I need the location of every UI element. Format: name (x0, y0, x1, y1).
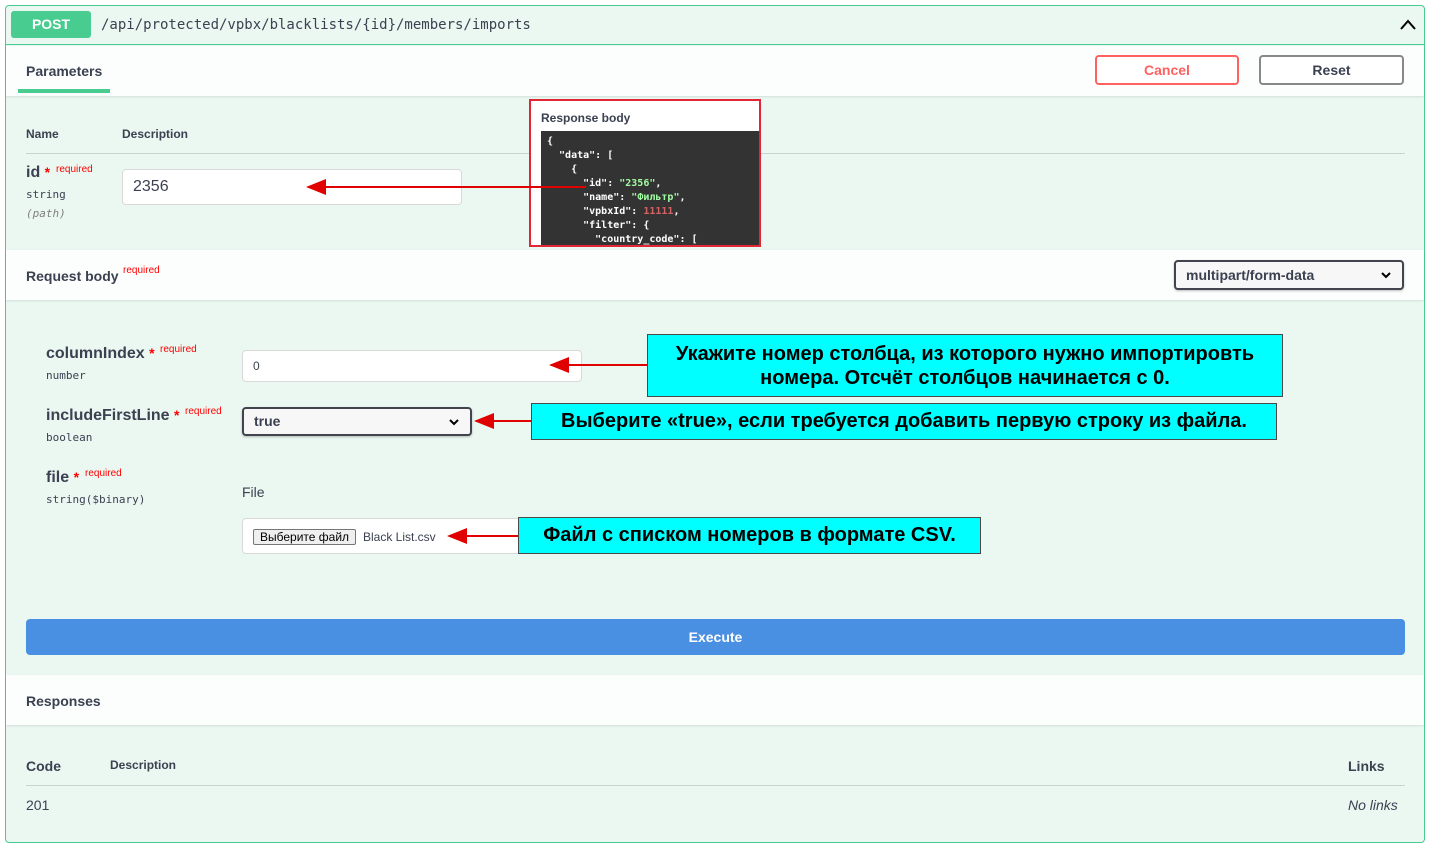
param-type: string (26, 188, 66, 201)
chevron-up-icon[interactable] (1398, 15, 1418, 35)
callout-columnindex: Укажите номер столбца, из которого нужно… (647, 334, 1283, 397)
column-header-name: Name (26, 127, 59, 141)
callout-includefirstline: Выберите «true», если требуется добавить… (531, 403, 1277, 440)
callout-file: Файл с списком номеров в формате CSV. (518, 517, 981, 554)
param-location: (path) (26, 207, 66, 220)
param-type: boolean (46, 431, 93, 444)
http-method-badge: POST (11, 11, 91, 38)
column-header-code: Code (26, 758, 61, 774)
file-description: File (242, 484, 265, 500)
execute-button[interactable]: Execute (26, 619, 1405, 655)
content-type-select[interactable]: multipart/form-data (1174, 260, 1404, 290)
operation-block: POST /api/protected/vpbx/blacklists/{id}… (5, 5, 1425, 843)
endpoint-path: /api/protected/vpbx/blacklists/{id}/memb… (101, 17, 531, 33)
param-type: string($binary) (46, 493, 146, 506)
parameters-header: Parameters Cancel Reset (6, 46, 1424, 96)
request-body-header: Request body required multipart/form-dat… (6, 250, 1424, 300)
reset-button[interactable]: Reset (1259, 55, 1404, 85)
column-header-links: Links (1348, 758, 1385, 774)
cancel-button[interactable]: Cancel (1095, 55, 1239, 85)
request-body-title: Request body (26, 268, 119, 284)
choose-file-button[interactable]: Выберите файл (253, 529, 357, 545)
response-links: No links (1348, 797, 1398, 813)
chevron-down-icon (449, 419, 459, 426)
param-name-file: file * (46, 469, 80, 486)
divider (26, 785, 1405, 786)
responses-title: Responses (26, 693, 101, 709)
response-body-title: Response body (541, 111, 631, 125)
tab-active-indicator (18, 89, 110, 93)
column-header-description: Description (122, 127, 189, 141)
required-label: required (185, 406, 222, 417)
column-header-description: Description (110, 758, 177, 772)
response-code: 201 (26, 797, 50, 813)
operation-summary[interactable]: POST /api/protected/vpbx/blacklists/{id}… (6, 6, 1424, 45)
includefirstline-value: true (254, 413, 281, 429)
required-label: required (85, 468, 122, 479)
content-type-value: multipart/form-data (1186, 267, 1315, 283)
required-label: required (160, 344, 197, 355)
columnindex-input[interactable]: 0 (242, 350, 582, 382)
chevron-down-icon (1381, 272, 1391, 279)
param-name-columnindex: columnIndex * (46, 345, 155, 362)
responses-header: Responses (6, 675, 1424, 725)
id-input[interactable]: 2356 (122, 169, 462, 205)
required-label: required (123, 265, 160, 276)
response-body-code: { "data": [ { "id": "2356", "name": "Фил… (541, 131, 759, 245)
file-input[interactable]: Выберите файл Black List.csv (242, 518, 522, 554)
required-label: required (56, 164, 93, 175)
param-name-includefirstline: includeFirstLine * (46, 407, 180, 424)
response-body-popup: Response body { "data": [ { "id": "2356"… (529, 99, 761, 247)
param-type: number (46, 369, 86, 382)
selected-file-name: Black List.csv (363, 530, 436, 544)
includefirstline-select[interactable]: true (242, 407, 472, 436)
param-name-id: id * (26, 164, 51, 181)
tab-parameters[interactable]: Parameters (26, 63, 102, 79)
